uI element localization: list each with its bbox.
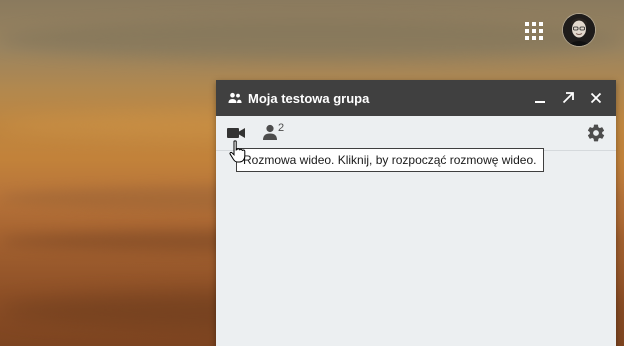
apps-grid-icon[interactable]: [525, 22, 543, 40]
popout-icon[interactable]: [556, 86, 580, 110]
group-icon: [228, 91, 242, 105]
video-call-tooltip: Rozmowa wideo. Kliknij, by rozpocząć roz…: [236, 148, 545, 172]
gear-icon[interactable]: [584, 121, 608, 145]
members-button[interactable]: 2: [262, 121, 284, 145]
minimize-icon[interactable]: [528, 86, 552, 110]
group-chat-window: Moja testowa grupa 2: [216, 80, 616, 346]
members-count: 2: [278, 122, 285, 134]
desktop-background: Moja testowa grupa 2 Rozmowa wideo. Klik…: [0, 0, 624, 346]
chat-toolbar: 2: [216, 116, 616, 151]
person-icon: [263, 124, 277, 140]
chat-header[interactable]: Moja testowa grupa: [216, 80, 616, 116]
chat-title: Moja testowa grupa: [248, 90, 370, 106]
hand-pointer-cursor: [229, 140, 246, 163]
close-icon[interactable]: [584, 86, 608, 110]
avatar-portrait: [563, 14, 595, 46]
user-avatar[interactable]: [563, 14, 595, 46]
